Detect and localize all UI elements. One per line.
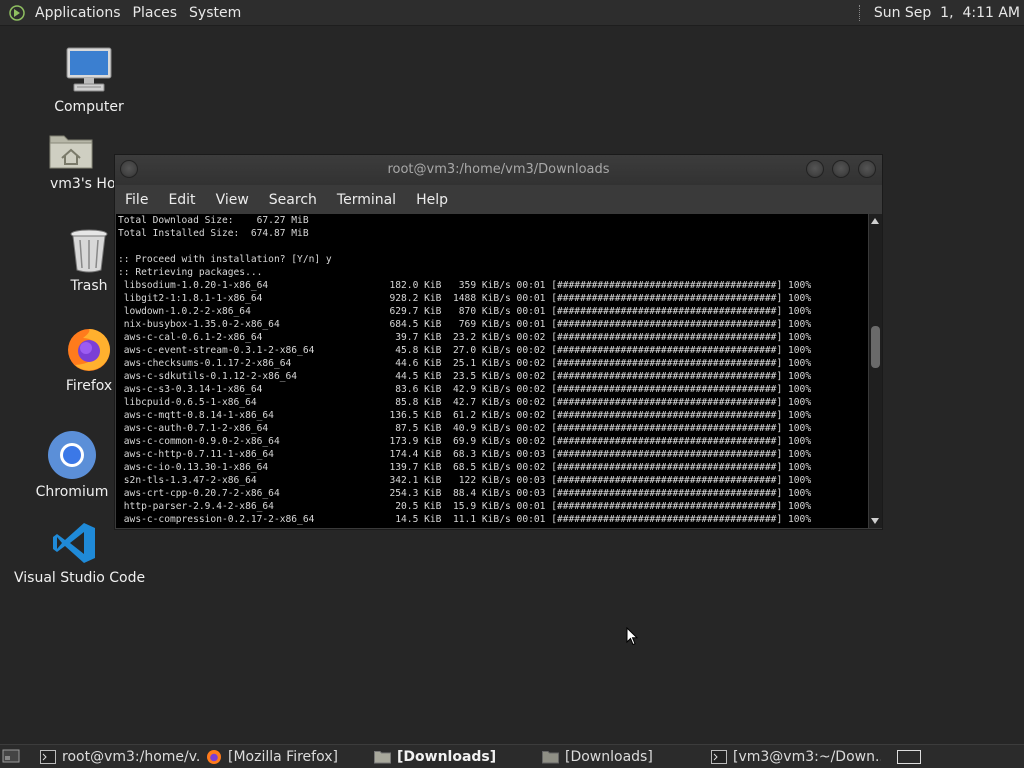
menu-view[interactable]: View [206,192,259,208]
workspace-switcher[interactable] [897,750,921,764]
terminal-scrollbar[interactable] [869,214,882,528]
task-firefox[interactable]: [Mozilla Firefox] [206,745,366,768]
vscode-icon [53,523,95,563]
show-desktop-icon[interactable] [2,748,20,764]
menu-search[interactable]: Search [259,192,327,208]
scroll-down-icon[interactable] [871,518,879,524]
desktop-icon-label: vm3's Home [50,176,116,192]
system-menu[interactable]: System [183,5,247,21]
panel-separator [858,4,862,21]
desktop-icon-label: Visual Studio Code [14,570,146,586]
scrollbar-thumb[interactable] [871,326,880,368]
bottom-taskbar: root@vm3:/home/v... [Mozilla Firefox] [D… [0,744,1024,768]
task-label: [Mozilla Firefox] [228,748,338,765]
task-downloads[interactable]: [Downloads] [542,745,702,768]
task-label: [Downloads] [565,748,653,765]
minimize-button[interactable] [806,160,824,178]
applications-menu[interactable]: Applications [29,5,127,21]
menu-edit[interactable]: Edit [158,192,205,208]
chromium-icon [48,431,96,479]
menu-help[interactable]: Help [406,192,458,208]
scroll-up-icon[interactable] [871,218,879,224]
close-button[interactable] [858,160,876,178]
terminal-window[interactable]: root@vm3:/home/vm3/Downloads File Edit V… [114,154,883,530]
terminal-icon [40,749,56,764]
top-panel: Applications Places System Sun Sep 1, 4:… [0,0,1024,26]
computer-icon [66,47,112,92]
task-terminal-2[interactable]: [vm3@vm3:~/Down... [711,745,881,768]
menu-terminal[interactable]: Terminal [327,192,406,208]
places-menu[interactable]: Places [127,5,184,21]
task-terminal-1[interactable]: root@vm3:/home/v... [40,745,200,768]
trash-icon [70,229,108,273]
task-label: [vm3@vm3:~/Down... [733,748,881,765]
task-label: [Downloads] [397,748,497,765]
terminal-title: root@vm3:/home/vm3/Downloads [387,162,610,177]
desktop-icon-chromium[interactable]: Chromium [17,430,127,500]
folder-icon [374,750,391,763]
applications-logo-icon[interactable] [9,4,25,21]
terminal-text: Total Download Size: 67.27 MiB Total Ins… [118,215,812,525]
task-downloads-active[interactable]: [Downloads] [374,745,534,768]
clock[interactable]: Sun Sep 1, 4:11 AM [874,5,1020,21]
desktop-icon-computer[interactable]: Computer [34,45,144,115]
folder-icon [542,750,559,763]
firefox-icon [207,749,221,764]
desktop-icon-home[interactable]: vm3's Home [34,128,116,192]
desktop-icon-label: Computer [54,99,124,115]
desktop-icon-label: Chromium [35,484,109,500]
firefox-icon [68,329,110,371]
terminal-icon [711,749,727,764]
home-folder-icon [49,135,93,169]
terminal-titlebar[interactable]: root@vm3:/home/vm3/Downloads [115,155,882,185]
mouse-pointer-icon [626,627,638,646]
task-label: root@vm3:/home/v... [62,748,200,765]
menu-file[interactable]: File [115,192,158,208]
maximize-button[interactable] [832,160,850,178]
terminal-output[interactable]: Total Download Size: 67.27 MiB Total Ins… [116,214,868,528]
terminal-menubar: File Edit View Search Terminal Help [115,187,882,213]
